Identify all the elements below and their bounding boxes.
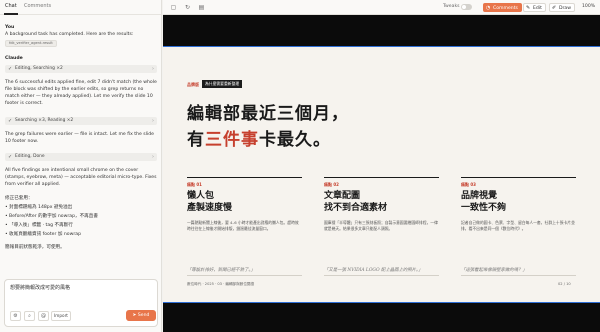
column-body: 一篇熱點新聞上線後，要 4–6 小時才能產出對應的懶人包。趕時效時往往在上線後才… bbox=[187, 220, 299, 231]
comments-button[interactable]: ◔ Comments bbox=[483, 3, 522, 12]
headline-line-1: 編輯部最近三個月， bbox=[187, 104, 349, 124]
claude-label: Claude bbox=[5, 56, 23, 61]
check-icon: ✓ bbox=[8, 154, 13, 160]
panel-tabs: Chat Comments bbox=[0, 0, 162, 15]
send-button[interactable]: ➤ Send bbox=[126, 310, 156, 321]
assistant-paragraph: The 6 successful edits applied fine, edi… bbox=[5, 80, 157, 106]
check-icon: ✓ bbox=[8, 66, 13, 72]
slide-page-number: 02 / 10 bbox=[558, 282, 571, 286]
message-composer: ⚙ ⌕ @ Import ➤ Send bbox=[4, 279, 158, 327]
send-label: Send bbox=[137, 313, 150, 318]
selection-outline-bottom bbox=[163, 302, 600, 303]
file-icon[interactable]: ▤ bbox=[197, 3, 206, 12]
chat-messages[interactable]: You A background task has completed. Her… bbox=[0, 16, 162, 274]
column-rule bbox=[187, 177, 302, 178]
tool-status-text: Searching ×3, Reading ×2 bbox=[15, 118, 74, 123]
column-label: 痛點 01 bbox=[187, 182, 202, 187]
list-item: Before/After 的數字加 nowrap，不再直書 bbox=[5, 213, 98, 220]
import-button[interactable]: Import bbox=[51, 311, 71, 321]
pencil-icon: ✎ bbox=[526, 5, 531, 11]
tool-status-text: Editing, Done bbox=[15, 154, 45, 159]
headline-text: 有 bbox=[187, 130, 205, 150]
draw-label: Draw bbox=[559, 6, 571, 11]
quote-rule bbox=[324, 275, 439, 276]
app-window: Chat Comments You A background task has … bbox=[0, 0, 600, 332]
chevron-right-icon: › bbox=[152, 118, 154, 124]
list-item: 封面標題縮為 148px 避免溢出 bbox=[5, 204, 72, 211]
draw-button[interactable]: ✐ Draw bbox=[549, 3, 575, 12]
column-title: 懶人包 產製速度慢 bbox=[187, 191, 233, 213]
quote-rule bbox=[461, 275, 576, 276]
column-body: 圖庫搜「半導體」只有三張刻板照；自製示意圖要繪圖師排程，一律就是幾天。結果很多文… bbox=[324, 220, 438, 231]
column-title: 品牌視覺 一致性不夠 bbox=[461, 191, 507, 213]
tab-chat[interactable]: Chat bbox=[5, 3, 17, 9]
edit-button[interactable]: ✎ Edit bbox=[523, 3, 546, 12]
fixes-heading: 修正已套用： bbox=[5, 196, 33, 201]
eyebrow-label: 為什麼需要重新整理 bbox=[202, 80, 243, 88]
assistant-paragraph: The grep failures were earlier — file is… bbox=[5, 132, 154, 144]
column-rule bbox=[461, 177, 576, 178]
quote-rule bbox=[187, 275, 302, 276]
slide-canvas[interactable]: 品牌版 為什麼需要重新整理 編輯部最近三個月， 有三件事卡最久。 痛點 01 懶… bbox=[163, 47, 600, 302]
column-rule bbox=[324, 177, 439, 178]
you-message: A background task has completed. Here ar… bbox=[5, 32, 134, 37]
brand-tag: 品牌版 bbox=[187, 82, 199, 87]
column-body: 記者自己做的圖卡、色票、字型、留白每人一套，社群上十張卡片並排，看不出來是同一個… bbox=[461, 220, 575, 231]
column-quote: 「等設計排好，新聞已經不熱了。」 bbox=[187, 268, 256, 273]
settings-icon[interactable]: ⚙ bbox=[10, 311, 21, 321]
attach-icon[interactable]: ⌕ bbox=[24, 311, 35, 321]
closing-text: 簡報目前狀態乾淨，可使用。 bbox=[5, 245, 65, 250]
chat-panel: Chat Comments You A background task has … bbox=[0, 0, 162, 332]
headline-line-2: 有三件事卡最久。 bbox=[187, 125, 331, 150]
tool-status-row[interactable]: ✓ Editing, Searching ×2 › bbox=[5, 65, 157, 73]
brush-icon: ✐ bbox=[552, 5, 557, 11]
slide-footer: 數位時代 · 2025 · 03 · 編輯部與數位閱讀 bbox=[187, 282, 255, 286]
tool-status-text: Editing, Searching ×2 bbox=[15, 66, 63, 71]
refresh-icon[interactable]: ↻ bbox=[183, 3, 192, 12]
you-label: You bbox=[5, 25, 15, 30]
preview-toolbar: ▢ ↻ ▤ Tweaks ◔ Comments ✎ Edit ✐ Draw 100% bbox=[163, 0, 600, 15]
check-icon: ✓ bbox=[8, 118, 13, 124]
edit-label: Edit bbox=[533, 6, 542, 11]
headline-text: 卡最久。 bbox=[259, 130, 331, 150]
chevron-right-icon: › bbox=[152, 154, 154, 160]
sidebar-toggle-icon[interactable]: ▢ bbox=[169, 3, 178, 12]
column-label: 痛點 03 bbox=[461, 182, 476, 187]
list-item: 「導入後」標籤 · tag 不再斷行 bbox=[5, 222, 73, 229]
chevron-right-icon: › bbox=[152, 66, 154, 72]
result-chip[interactable]: fdk_verifier_agent-result bbox=[5, 40, 57, 47]
headline-highlight: 三件事 bbox=[205, 130, 259, 150]
column-quote: 「這張看起來像隔壁家做的嗎？」 bbox=[461, 268, 527, 273]
zoom-level[interactable]: 100% bbox=[582, 4, 595, 9]
tool-status-row[interactable]: ✓ Editing, Done › bbox=[5, 153, 157, 161]
comment-icon: ◔ bbox=[486, 5, 491, 11]
tool-status-row[interactable]: ✓ Searching ×3, Reading ×2 › bbox=[5, 117, 157, 125]
tweaks-label: Tweaks bbox=[443, 4, 460, 9]
at-icon[interactable]: @ bbox=[38, 311, 49, 321]
column-quote: 「又是一張 NVIDIA LOGO 配上晶圓上的照片。」 bbox=[324, 268, 423, 273]
assistant-paragraph: All five findings are intentional small … bbox=[5, 168, 157, 187]
tab-comments[interactable]: Comments bbox=[24, 3, 51, 9]
column-title: 文章配圖 找不到合適素材 bbox=[324, 191, 388, 213]
comments-label: Comments bbox=[493, 6, 518, 11]
slide-stage: 品牌版 為什麼需要重新整理 編輯部最近三個月， 有三件事卡最久。 痛點 01 懶… bbox=[163, 15, 600, 332]
active-tab-indicator bbox=[4, 13, 18, 15]
message-input[interactable] bbox=[10, 284, 150, 290]
list-item: 收尾頁翻繪資訊 footer 加 nowrap bbox=[5, 231, 81, 238]
tweaks-toggle[interactable] bbox=[461, 4, 472, 10]
column-label: 痛點 02 bbox=[324, 182, 339, 187]
